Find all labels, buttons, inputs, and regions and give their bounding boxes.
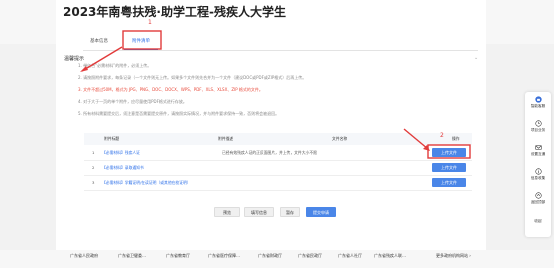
upload-file-button[interactable]: 上传文件 bbox=[432, 148, 466, 157]
footer-link[interactable]: 广东省民政厅 bbox=[298, 253, 322, 259]
footer-link[interactable]: 广东省人社厅 bbox=[338, 253, 362, 259]
table-row: 3 【必需材料】学籍证明/在读证明（或其他在校证明） 上传文件 bbox=[84, 176, 472, 191]
sidebar-item-business[interactable]: 项目业务 bbox=[525, 120, 551, 133]
row-title: 【必需材料】学籍证明/在读证明（或其他在校证明） bbox=[102, 180, 191, 185]
annotation-label-2: 2 bbox=[440, 132, 444, 139]
notice-line-3: 3. 文件不超过50M，格式为 JPG、PNG、DOC、DOCX、WPS、PDF… bbox=[78, 87, 263, 92]
footer-link[interactable]: 广东省医疗保障… bbox=[208, 253, 240, 259]
sidebar-item-service[interactable]: 智能客服 bbox=[525, 96, 551, 109]
mail-icon bbox=[534, 145, 542, 150]
row-number: 3 bbox=[92, 180, 95, 185]
robot-icon bbox=[534, 96, 542, 103]
sidebar-item-back-top[interactable]: 返回顶部 bbox=[525, 192, 551, 205]
chevron-down-icon[interactable]: ⌄ bbox=[474, 55, 478, 61]
notice-line-2: 2. 请按照附件要求，每条记录（一个文件则无上传。如果多个文件则先合并为一个文件… bbox=[78, 75, 307, 80]
sidebar-item-contact[interactable]: 设置互通 bbox=[525, 144, 551, 157]
footer-link[interactable]: 广东省财政厅 bbox=[258, 253, 282, 259]
footer-link[interactable]: 广东省教育厅 bbox=[166, 253, 190, 259]
upload-file-button[interactable]: 上传文件 bbox=[432, 163, 466, 172]
clock-icon bbox=[534, 120, 542, 127]
th-filename: 文件名称 bbox=[332, 136, 348, 141]
footer-link[interactable]: 广东省残疾人联… bbox=[374, 253, 406, 259]
sidebar-item-collapse[interactable]: 收起 bbox=[525, 218, 551, 224]
fill-info-button[interactable]: 填写信息 bbox=[244, 207, 274, 217]
collapse-icon: 收起 bbox=[534, 219, 542, 223]
page-title: 2023年南粤扶残·助学工程-残疾人大学生 bbox=[63, 5, 286, 19]
notice-line-4: 4. 对于大于一页的单个附件，应尽量使用PDF格式进行存放。 bbox=[78, 99, 187, 104]
row-number: 1 bbox=[92, 150, 95, 155]
row-number: 2 bbox=[92, 165, 95, 170]
table-row: 1 【必需材料】残疾人证 已经有效残疾人证的正反面图片，并上传，文件大小不限 上… bbox=[84, 146, 472, 161]
notice-title: 温馨提示 bbox=[64, 56, 85, 62]
tab-attachment-list[interactable]: 附件清单 bbox=[124, 36, 158, 48]
notice-line-5: 5. 所有材料需要提交后，须注意是否需要提交原件，请按照实际情况，并与附件要求保… bbox=[78, 111, 280, 116]
footer-link[interactable]: 广东省人民政府 bbox=[70, 253, 98, 259]
preview-button[interactable]: 预览 bbox=[214, 207, 240, 217]
annotation-label-1: 1 bbox=[148, 19, 152, 26]
submit-button[interactable]: 提交申请 bbox=[306, 207, 336, 217]
arrow-up-icon bbox=[534, 192, 542, 199]
footer-link[interactable]: 广东省卫健委… bbox=[118, 253, 146, 259]
right-sidebar: 智能客服 项目业务 设置互通 信息收集 返回顶部 收起 bbox=[525, 92, 551, 237]
active-tab-indicator bbox=[124, 49, 158, 50]
th-title: 附件标题 bbox=[104, 136, 120, 141]
th-desc: 附件描述 bbox=[218, 136, 234, 141]
save-draft-button[interactable]: 暂存 bbox=[280, 207, 300, 217]
info-icon bbox=[534, 168, 542, 175]
tab-basic-info[interactable]: 基本信息 bbox=[80, 36, 118, 48]
th-action: 操作 bbox=[452, 136, 460, 141]
table-header bbox=[84, 133, 472, 145]
table-row: 2 【必需材料】录取通知书 上传文件 bbox=[84, 161, 472, 176]
footer-link-more[interactable]: 更多政府机构网站 › bbox=[436, 253, 471, 259]
row-title: 【必需材料】录取通知书 bbox=[102, 165, 144, 170]
notice-line-1: 1. 带红色“必需材料”的附件，必须上传。 bbox=[78, 63, 152, 68]
tab-divider bbox=[83, 50, 478, 51]
row-desc: 已经有效残疾人证的正反面图片，并上传，文件大小不限 bbox=[222, 150, 317, 155]
row-title: 【必需材料】残疾人证 bbox=[102, 150, 140, 155]
upload-file-button[interactable]: 上传文件 bbox=[432, 178, 466, 187]
sidebar-item-info[interactable]: 信息收集 bbox=[525, 168, 551, 181]
